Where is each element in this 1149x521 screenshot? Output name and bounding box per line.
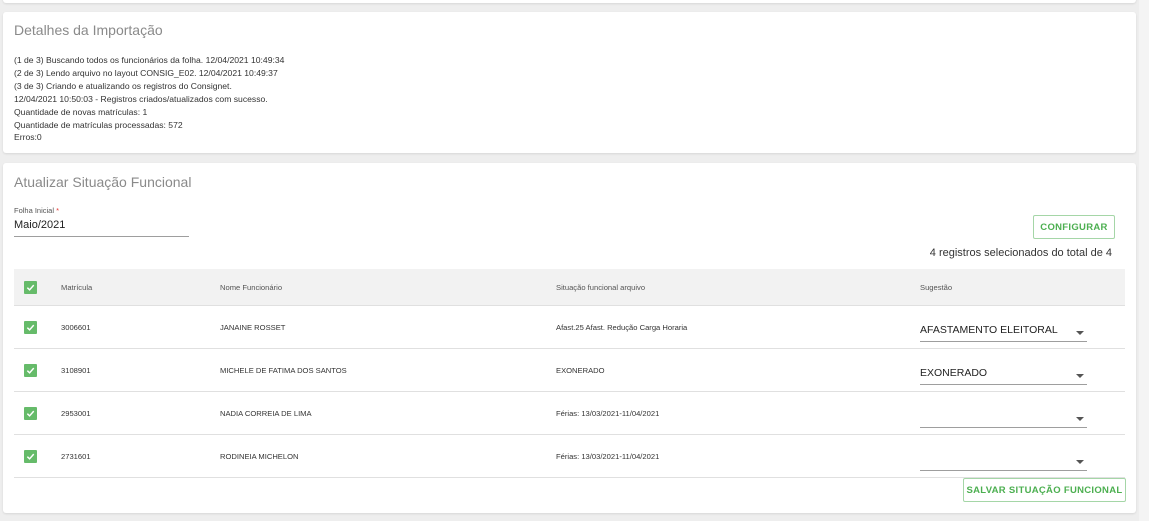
import-log: (1 de 3) Buscando todos os funcionários … [14, 54, 284, 144]
check-icon [26, 453, 35, 460]
log-line: (1 de 3) Buscando todos os funcionários … [14, 55, 285, 65]
table-row: 3006601 JANAINE ROSSET Afast.25 Afast. R… [14, 306, 1125, 349]
nome-cell: RODINEIA MICHELON [220, 451, 299, 461]
chevron-down-icon [1076, 460, 1084, 464]
import-details-card: Detalhes da Importação (1 de 3) Buscando… [3, 12, 1136, 153]
situacao-cell: Férias: 13/03/2021-11/04/2021 [556, 408, 660, 418]
folha-inicial-input[interactable]: Maio/2021 [14, 218, 189, 237]
save-status-button[interactable]: SALVAR SITUAÇÃO FUNCIONAL [963, 478, 1126, 502]
column-header-sugestao[interactable]: Sugestão [920, 269, 1087, 305]
check-icon [26, 367, 35, 374]
log-line: (2 de 3) Lendo arquivo no layout CONSIG_… [14, 67, 278, 78]
sugestao-select[interactable]: EXONERADO [920, 365, 1087, 385]
log-line: (3 de 3) Criando e atualizando os regist… [14, 80, 232, 91]
folha-inicial-label: Folha Inicial * [14, 206, 60, 215]
sugestao-select[interactable] [920, 451, 1087, 471]
update-status-title: Atualizar Situação Funcional [14, 174, 192, 190]
matricula-cell: 2953001 [61, 408, 91, 418]
row-checkbox[interactable] [24, 363, 37, 377]
previous-card-edge [3, 0, 1136, 3]
required-mark: * [56, 206, 60, 215]
situacao-cell: EXONERADO [556, 365, 605, 375]
table-row: 2953001 NADIA CORREIA DE LIMA Férias: 13… [14, 392, 1125, 435]
log-line: Erros:0 [14, 132, 42, 143]
sugestao-select[interactable] [920, 408, 1087, 428]
column-header-matricula[interactable]: Matrícula [61, 269, 92, 305]
table-row: 2731601 RODINEIA MICHELON Férias: 13/03/… [14, 435, 1125, 478]
matricula-cell: 3108901 [61, 365, 91, 375]
column-header-nome[interactable]: Nome Funcionário [220, 269, 282, 305]
matricula-cell: 2731601 [61, 451, 91, 461]
check-icon [26, 324, 35, 331]
sugestao-value: EXONERADO [920, 367, 988, 379]
situacao-cell: Afast.25 Afast. Redução Carga Horaria [556, 322, 688, 332]
sugestao-select[interactable]: AFASTAMENTO ELEITORAL [920, 322, 1087, 342]
row-checkbox[interactable] [24, 320, 37, 334]
scrollbar-track[interactable] [1139, 0, 1149, 521]
select-all-checkbox[interactable] [24, 280, 37, 294]
selection-count: 4 registros selecionados do total de 4 [929, 247, 1112, 259]
table-row: 3108901 MICHELE DE FATIMA DOS SANTOS EXO… [14, 349, 1125, 392]
nome-cell: MICHELE DE FATIMA DOS SANTOS [220, 365, 347, 375]
row-checkbox[interactable] [24, 406, 37, 420]
chevron-down-icon [1076, 331, 1084, 335]
update-status-card: Atualizar Situação Funcional Folha Inici… [3, 163, 1136, 513]
import-details-title: Detalhes da Importação [14, 22, 163, 38]
table-header-row: Matrícula Nome Funcionário Situação func… [14, 269, 1125, 306]
nome-cell: JANAINE ROSSET [220, 322, 286, 332]
chevron-down-icon [1076, 417, 1084, 421]
configure-button[interactable]: CONFIGURAR [1033, 215, 1115, 239]
check-icon [26, 284, 35, 291]
situacao-cell: Férias: 13/03/2021-11/04/2021 [556, 451, 660, 461]
sugestao-value: AFASTAMENTO ELEITORAL [920, 324, 1058, 336]
log-line: Quantidade de novas matrículas: 1 [14, 106, 148, 117]
nome-cell: NADIA CORREIA DE LIMA [220, 408, 312, 418]
log-line: 12/04/2021 10:50:03 - Registros criados/… [14, 93, 268, 104]
row-checkbox[interactable] [24, 449, 37, 463]
check-icon [26, 410, 35, 417]
status-table: Matrícula Nome Funcionário Situação func… [14, 269, 1125, 478]
chevron-down-icon [1076, 374, 1084, 378]
matricula-cell: 3006601 [61, 322, 91, 332]
log-line: Quantidade de matrículas processadas: 57… [14, 119, 183, 130]
column-header-situacao[interactable]: Situação funcional arquivo [556, 269, 645, 305]
